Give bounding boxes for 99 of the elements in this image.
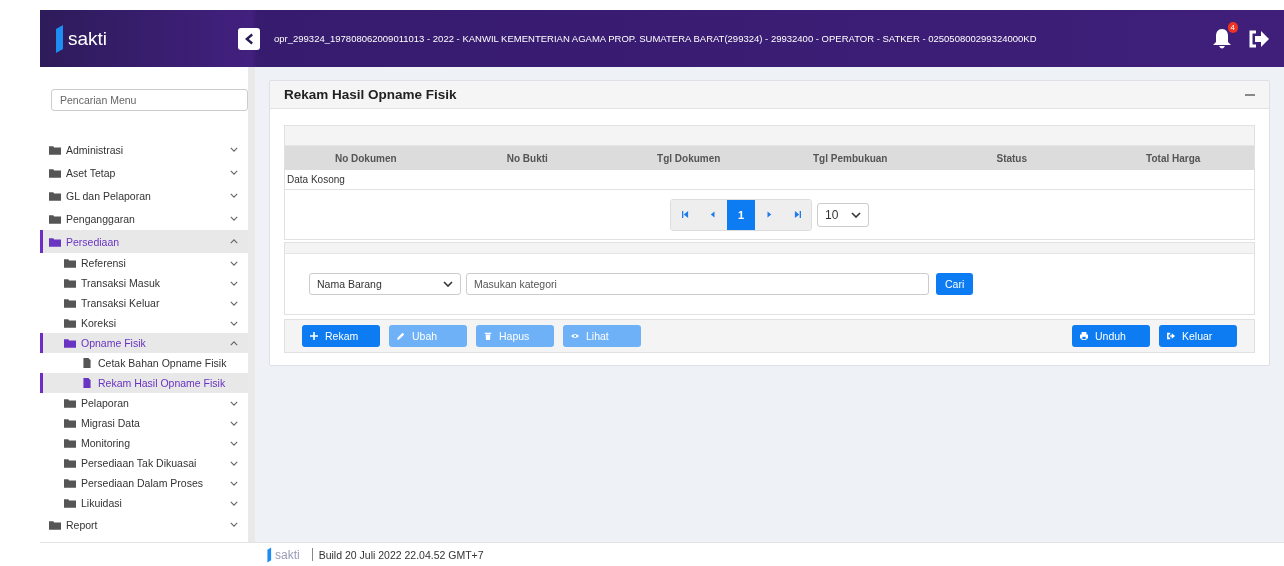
build-info-text: Build 20 Juli 2022 22.04.52 GMT+7 — [318, 548, 484, 561]
chevron-down-icon — [230, 440, 238, 446]
logo-text: sakti — [68, 27, 108, 50]
collapse-panel-icon[interactable] — [1245, 93, 1255, 96]
folder-icon — [49, 236, 61, 247]
column-header: No Dokumen — [333, 152, 398, 164]
folder-icon — [64, 418, 76, 428]
chevron-down-icon — [230, 320, 238, 326]
notification-bell-icon[interactable] — [1212, 27, 1232, 50]
folder-icon — [64, 398, 76, 408]
chevron-down-icon — [230, 260, 238, 266]
folder-icon — [64, 498, 76, 508]
chevron-down-icon — [230, 400, 238, 406]
chevron-down-icon — [230, 480, 238, 486]
chevron-up-icon — [230, 340, 238, 346]
menu-item[interactable]: Rekam Hasil Opname Fisik — [40, 373, 248, 393]
printer-icon — [1080, 332, 1088, 340]
menu-item[interactable]: Opname Fisik — [40, 333, 248, 353]
last-page-icon — [793, 211, 801, 218]
eye-icon — [571, 332, 579, 340]
chevron-down-icon — [230, 147, 238, 152]
chevron-down-icon — [230, 420, 238, 426]
folder-icon — [49, 190, 61, 201]
folder-icon — [49, 519, 61, 530]
folder-icon — [64, 318, 76, 328]
chevron-down-icon — [230, 170, 238, 175]
menu-item[interactable]: Penganggaran — [40, 207, 248, 230]
column-header: Tgl Pembukuan — [812, 152, 889, 164]
chevron-down-icon — [230, 300, 238, 306]
chevron-down-icon — [230, 460, 238, 466]
folder-icon — [64, 478, 76, 488]
category-search-field[interactable]: Masukan kategori — [466, 273, 929, 295]
menu-item[interactable]: Persediaan Tak Dikuasai — [40, 453, 248, 473]
chevron-down-icon — [230, 522, 238, 527]
trash-icon — [484, 332, 492, 340]
folder-icon — [49, 167, 61, 178]
plus-icon — [310, 332, 318, 340]
column-header: Status — [995, 152, 1029, 164]
plus-action-button[interactable]: Rekam — [302, 325, 380, 347]
menu-item[interactable]: GL dan Pelaporan — [40, 184, 248, 207]
menu-item[interactable]: Cetak Bahan Opname Fisik — [40, 353, 248, 373]
folder-icon — [64, 278, 76, 288]
folder-icon — [64, 458, 76, 468]
chevron-left-icon — [244, 32, 254, 45]
print-action-button[interactable]: Unduh — [1072, 325, 1150, 347]
menu-item[interactable]: Administrasi — [40, 138, 248, 161]
pencil-icon — [397, 332, 405, 340]
menu-item[interactable]: Transaksi Keluar — [40, 293, 248, 313]
exit-action-button[interactable]: Keluar — [1159, 325, 1237, 347]
search-button[interactable]: Cari — [936, 273, 974, 295]
user-info-text: opr_299324_197808062009011013 - 2022 - KANWIL KEMENTERIAN AGAMA PROP. SUMATERA BARAT(299324) - 29932400 - OPERATOR - SATKER - 025050800299324000KD — [274, 33, 1038, 44]
menu-item[interactable]: Koreksi — [40, 313, 248, 333]
logout-icon[interactable] — [1248, 28, 1270, 49]
folder-icon — [64, 298, 76, 308]
next-icon — [766, 211, 772, 218]
chevron-down-icon — [443, 281, 453, 287]
panel-title: Rekam Hasil Opname Fisik — [284, 87, 457, 102]
document-icon — [81, 378, 93, 388]
menu-item[interactable]: Aset Tetap — [40, 161, 248, 184]
empty-table-text: Data Kosong — [287, 174, 345, 185]
column-header: No Bukti — [505, 152, 549, 164]
menu-item[interactable]: Pelaporan — [40, 393, 248, 413]
menu-search-field[interactable]: Pencarian Menu — [51, 89, 248, 111]
chevron-down-icon — [851, 211, 861, 218]
notification-count-badge: 4 — [1227, 21, 1238, 33]
column-header: Tgl Dokumen — [656, 152, 722, 164]
menu-item[interactable]: Referensi — [40, 253, 248, 273]
page-size-select[interactable]: 10 — [817, 202, 869, 227]
first-page-button[interactable] — [671, 199, 699, 230]
logo-icon — [54, 23, 64, 54]
filter-field-select[interactable]: Nama Barang — [309, 273, 461, 295]
first-page-icon — [681, 211, 689, 218]
menu-item[interactable]: Persediaan Dalam Proses — [40, 473, 248, 493]
previous-icon — [710, 211, 716, 218]
menu-item[interactable]: Migrasi Data — [40, 413, 248, 433]
menu-item[interactable]: Transaksi Masuk — [40, 273, 248, 293]
chevron-down-icon — [230, 216, 238, 221]
logo-icon — [266, 546, 272, 563]
folder-icon — [64, 338, 76, 348]
last-page-button[interactable] — [783, 199, 811, 230]
menu-item[interactable]: Monitoring — [40, 433, 248, 453]
page-button[interactable]: 1 — [727, 199, 755, 230]
chevron-down-icon — [230, 500, 238, 506]
logo-text: sakti — [275, 547, 300, 562]
chevron-up-icon — [230, 239, 238, 244]
document-icon — [81, 358, 93, 368]
column-header: Total Harga — [1145, 152, 1202, 164]
folder-icon — [64, 438, 76, 448]
folder-icon — [64, 258, 76, 268]
chevron-down-icon — [230, 193, 238, 198]
chevron-down-icon — [230, 280, 238, 286]
exit-icon — [1167, 332, 1175, 340]
scrollbar-track[interactable] — [248, 67, 255, 542]
menu-item[interactable]: Report — [40, 513, 248, 536]
collapse-sidebar-button[interactable] — [238, 27, 260, 50]
menu-item[interactable]: Persediaan — [40, 230, 248, 253]
folder-icon — [49, 144, 61, 155]
folder-icon — [49, 213, 61, 224]
menu-item[interactable]: Likuidasi — [40, 493, 248, 513]
